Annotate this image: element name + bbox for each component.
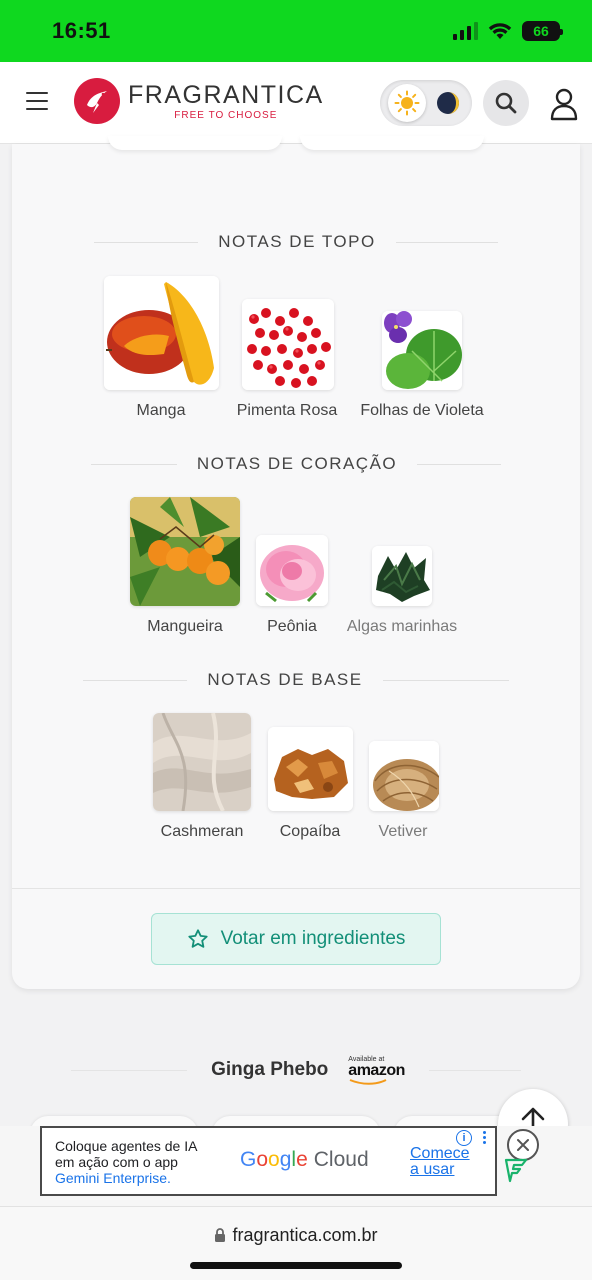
ad-cta-link[interactable]: Comece a usar: [410, 1146, 470, 1178]
logo-tagline: FREE TO CHOOSE: [174, 109, 278, 121]
cellular-signal-icon: [453, 22, 478, 40]
peony-image[interactable]: [256, 535, 328, 606]
url-text[interactable]: fragrantica.com.br: [232, 1225, 377, 1246]
sun-icon[interactable]: [388, 84, 426, 122]
wifi-icon: [488, 23, 512, 39]
theme-toggle[interactable]: [380, 80, 472, 126]
moon-icon[interactable]: [432, 87, 464, 119]
ad-line: Coloque agentes de IA: [55, 1138, 198, 1154]
seaweed-image[interactable]: [372, 546, 432, 606]
cloud-wordmark: Cloud: [313, 1148, 369, 1171]
ad-text: Coloque agentes de IA em ação com o app …: [55, 1138, 197, 1186]
home-indicator[interactable]: [190, 1262, 402, 1269]
status-time: 16:51: [52, 18, 111, 43]
heart-notes-title: NOTAS DE CORAÇÃO: [196, 454, 398, 473]
card-divider: [12, 888, 580, 889]
hummingbird-logo-icon: [74, 78, 120, 124]
amazon-wordmark: amazon: [348, 1061, 405, 1079]
battery-level: 66: [533, 23, 549, 39]
partial-tab[interactable]: [108, 136, 282, 150]
note-name[interactable]: Pimenta Rosa: [237, 402, 338, 420]
status-icons: 66: [453, 21, 563, 41]
violet-leaves-image[interactable]: [382, 311, 462, 390]
info-icon[interactable]: i: [456, 1130, 472, 1146]
copaiba-image[interactable]: [268, 727, 353, 811]
ginga-section-header: Ginga Phebo Available at amazon: [0, 1050, 592, 1090]
product-title: Ginga Phebo: [211, 1059, 329, 1080]
user-icon[interactable]: [546, 84, 582, 124]
status-bar: 16:51 66: [0, 0, 592, 62]
cashmeran-image[interactable]: [153, 713, 251, 811]
menu-icon[interactable]: [26, 92, 48, 110]
ad-line: Gemini Enterprise.: [55, 1170, 171, 1186]
amazon-smile-icon: [349, 1078, 387, 1085]
vote-ingredients-button[interactable]: Votar em ingredientes: [151, 913, 441, 965]
logo-name: FRAGRANTICA: [128, 80, 324, 109]
google-wordmark: Google: [240, 1148, 308, 1171]
ad-cta-line: a usar: [410, 1161, 455, 1178]
battery-icon: 66: [522, 21, 563, 41]
ad-banner[interactable]: Coloque agentes de IA em ação com o app …: [40, 1126, 497, 1196]
note-name[interactable]: Algas marinhas: [347, 618, 457, 636]
note-name[interactable]: Copaíba: [280, 823, 341, 841]
ad-cta-line: Comece: [410, 1145, 470, 1162]
amazon-badge[interactable]: Available at amazon: [348, 1056, 405, 1085]
heart-notes-header: NOTAS DE CORAÇÃO: [0, 454, 592, 474]
note-name[interactable]: Mangueira: [147, 618, 223, 636]
ad-choices-icon[interactable]: [503, 1157, 529, 1183]
more-options-icon[interactable]: [483, 1131, 487, 1144]
google-cloud-logo: Google Cloud: [240, 1148, 369, 1172]
lock-icon: [215, 1228, 226, 1242]
vetiver-image[interactable]: [369, 741, 439, 811]
note-name[interactable]: Peônia: [267, 618, 317, 636]
fragrantica-logo[interactable]: FRAGRANTICA FREE TO CHOOSE: [74, 78, 324, 124]
mango-image[interactable]: [104, 276, 219, 390]
base-notes-title: NOTAS DE BASE: [207, 670, 363, 689]
note-name[interactable]: Cashmeran: [161, 823, 244, 841]
top-notes-header: NOTAS DE TOPO: [0, 232, 592, 252]
note-name[interactable]: Folhas de Violeta: [360, 402, 483, 420]
ad-line: em ação com o app: [55, 1154, 178, 1170]
search-icon[interactable]: [483, 80, 529, 126]
note-name[interactable]: Vetiver: [379, 823, 428, 841]
star-icon: [187, 929, 208, 948]
site-header: FRAGRANTICA FREE TO CHOOSE: [0, 62, 592, 144]
partial-tab[interactable]: [300, 136, 484, 150]
note-name[interactable]: Manga: [137, 402, 186, 420]
mango-tree-image[interactable]: [130, 497, 240, 606]
vote-button-label: Votar em ingredientes: [220, 928, 406, 949]
pink-pepper-image[interactable]: [242, 299, 334, 390]
base-notes-header: NOTAS DE BASE: [0, 670, 592, 690]
top-notes-title: NOTAS DE TOPO: [218, 232, 376, 251]
